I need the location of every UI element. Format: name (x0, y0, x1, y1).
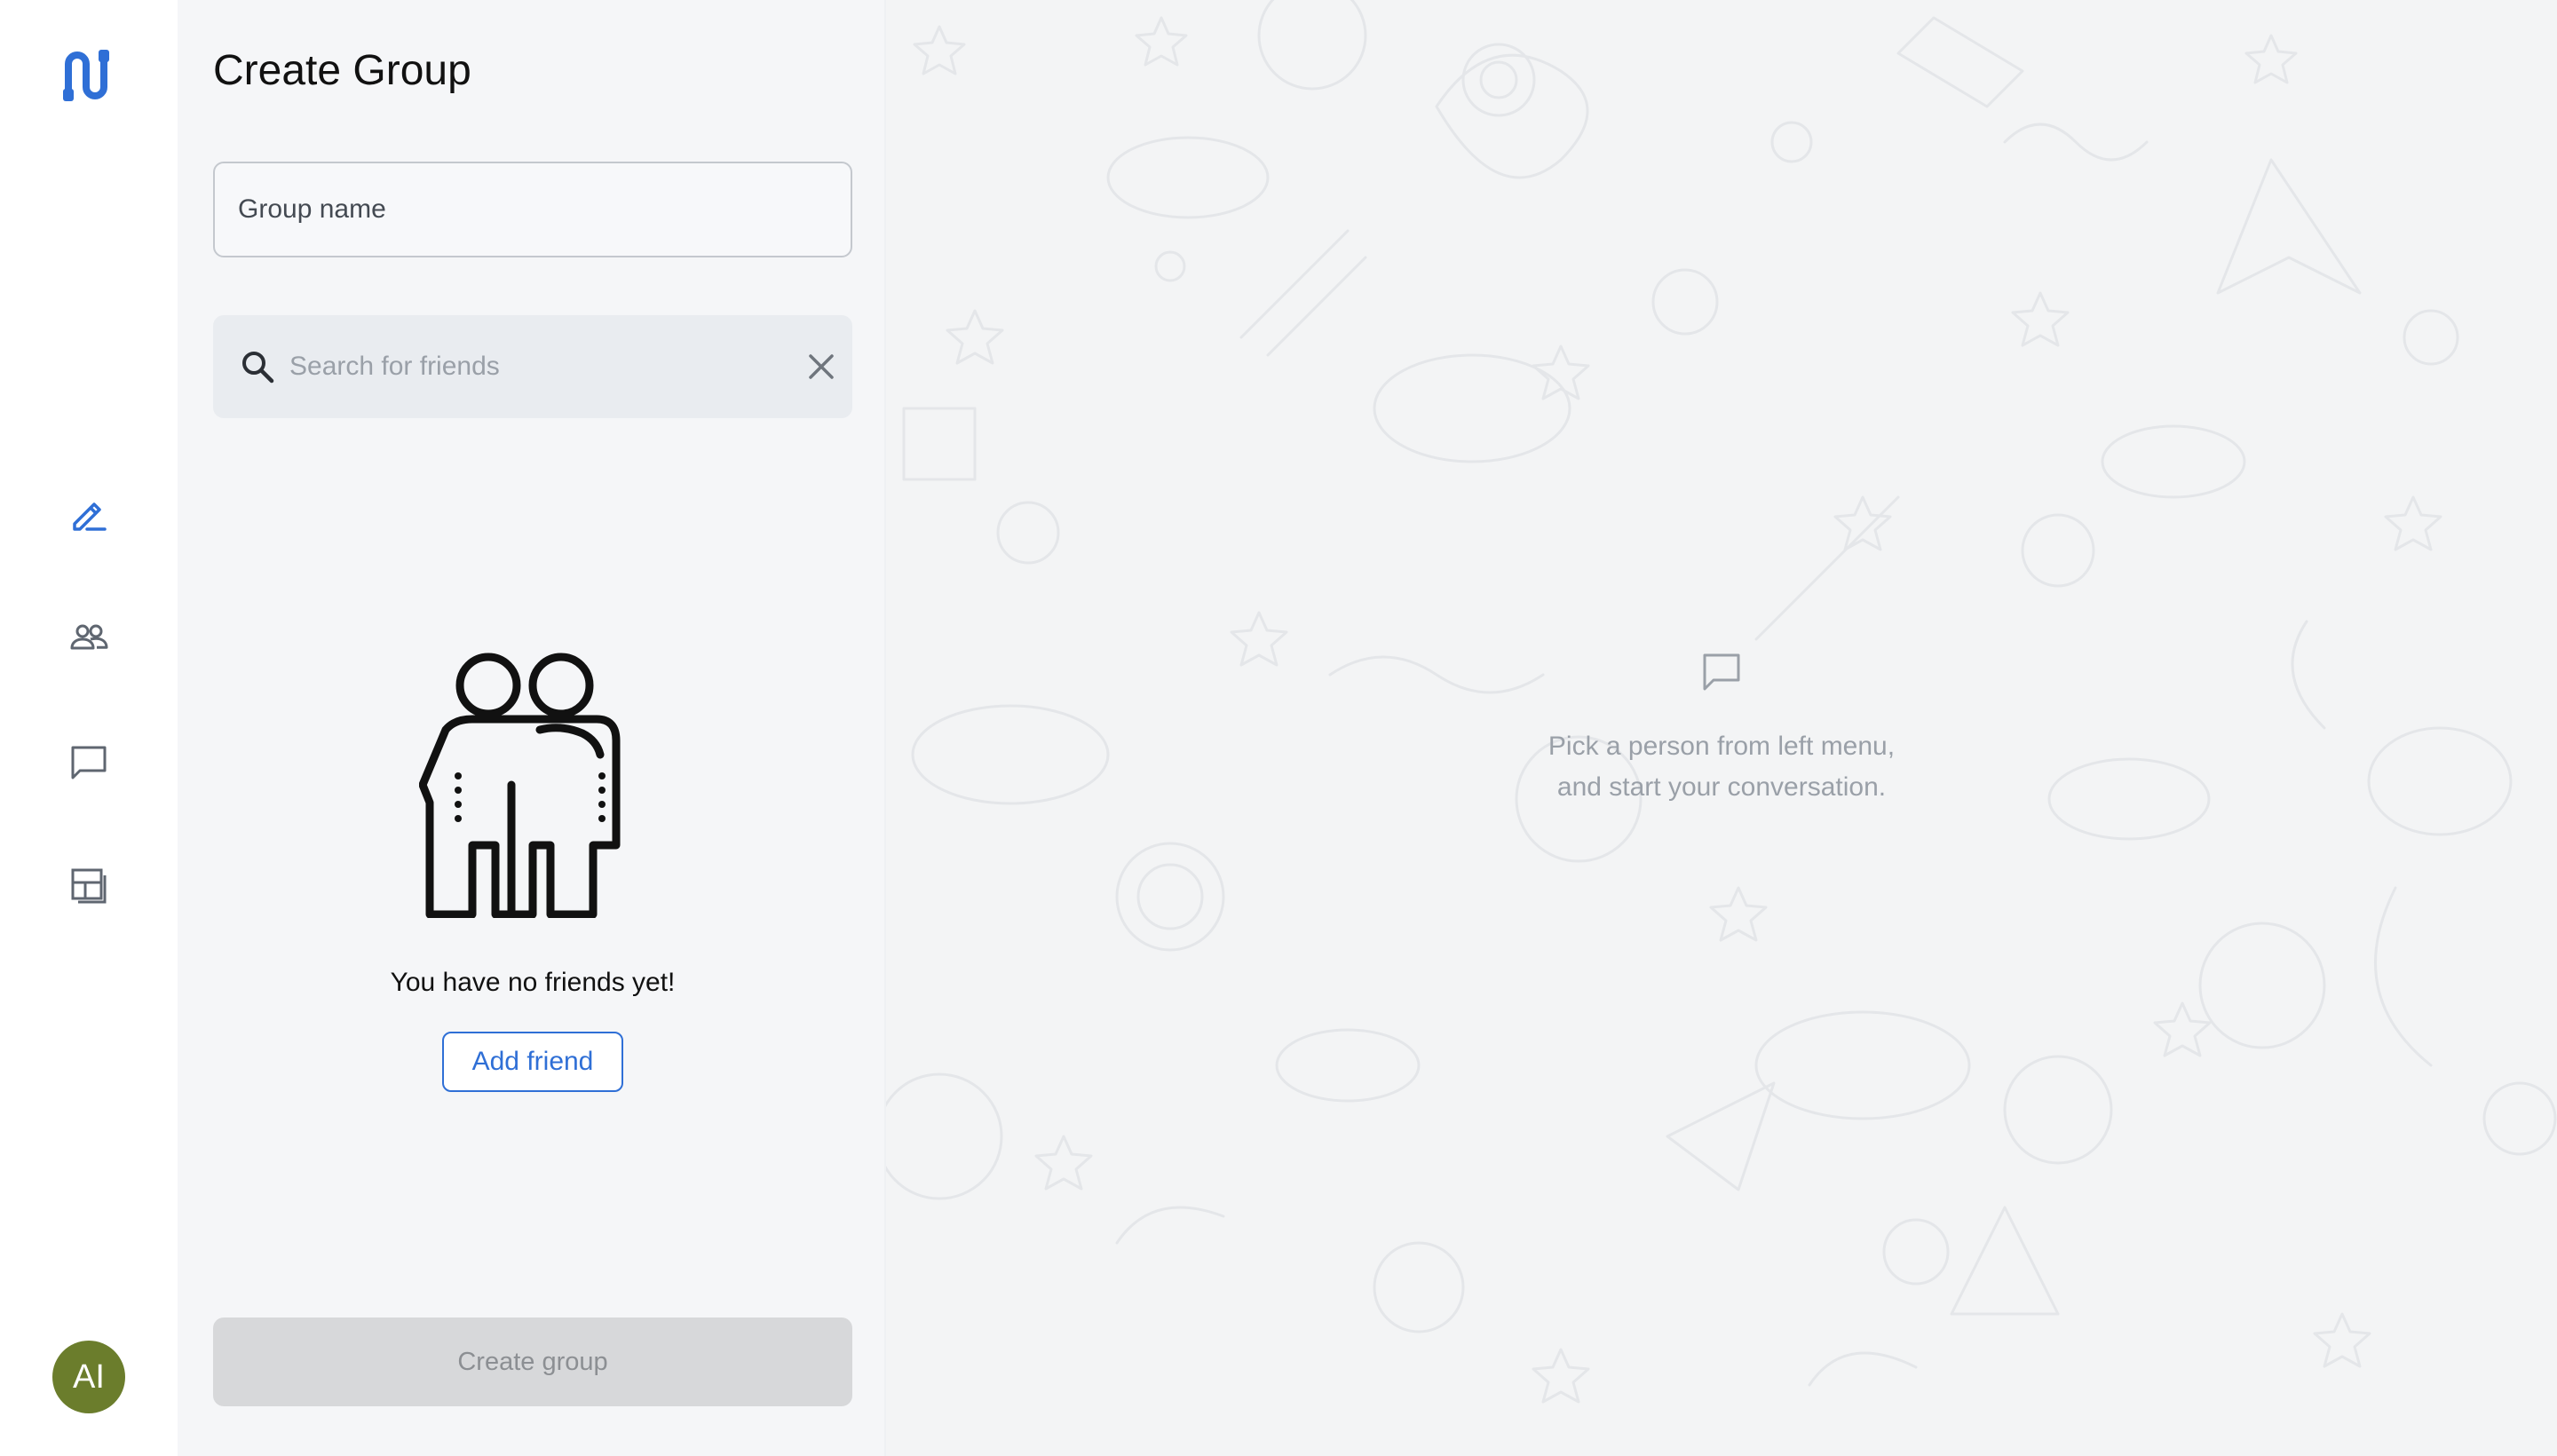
group-name-input[interactable] (213, 162, 852, 257)
layout-icon (71, 868, 107, 904)
search-icon (242, 352, 274, 384)
rail-contacts-button[interactable] (53, 602, 124, 673)
app-logo-icon[interactable] (58, 44, 120, 107)
create-group-button[interactable]: Create group (213, 1318, 852, 1406)
empty-state-text: You have no friends yet! (390, 968, 676, 997)
rail-chats-button[interactable] (53, 726, 124, 797)
pencil-edit-icon (73, 502, 107, 531)
chat-area: Pick a person from left menu, and start … (886, 0, 2557, 1456)
chat-empty-line-1: Pick a person from left menu, (1548, 732, 1896, 761)
nav-rail: AI (0, 0, 178, 1456)
rail-new-chat-button[interactable] (53, 479, 124, 550)
two-friends-hugging-icon (419, 653, 621, 918)
friend-search-input[interactable] (288, 340, 749, 393)
chat-bubble-icon (1703, 653, 1740, 691)
rail-layout-button[interactable] (53, 851, 124, 922)
user-avatar[interactable]: AI (52, 1341, 125, 1413)
chat-empty-line-2: and start your conversation. (1556, 772, 1887, 802)
add-friend-button[interactable]: Add friend (442, 1032, 623, 1092)
friend-search-box (213, 315, 852, 418)
chat-empty-message: Pick a person from left menu, and start … (1455, 726, 1988, 808)
create-group-panel: Create Group Y (178, 0, 886, 1456)
chat-bubble-icon (71, 746, 107, 779)
close-icon[interactable] (808, 353, 835, 380)
page-title: Create Group (213, 47, 471, 94)
people-icon (70, 624, 108, 650)
app-window: AI Create Group Group name Search for fr… (0, 0, 2557, 1456)
